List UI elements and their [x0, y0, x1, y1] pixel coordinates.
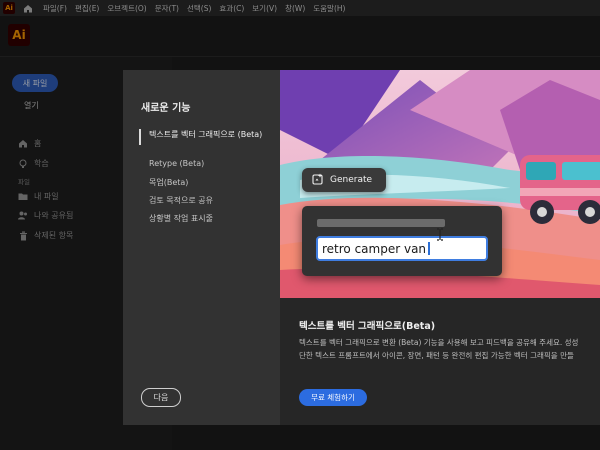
prompt-text: retro camper van	[322, 241, 427, 256]
whats-new-dialog: 새로운 기능 텍스트를 벡터 그래픽으로 (Beta) Retype (Beta…	[123, 70, 600, 425]
prompt-card: retro camper van	[302, 206, 502, 276]
text-caret	[428, 242, 430, 255]
prompt-input[interactable]: retro camper van	[316, 236, 488, 261]
free-trial-button[interactable]: 무료 체험하기	[299, 389, 367, 406]
sparkle-generate-icon	[312, 173, 324, 188]
text-cursor-icon	[436, 226, 444, 245]
feature-hero-image: Generate retro camper van	[280, 70, 600, 298]
feature-description-line: 단한 텍스트 프롬프트에서 아이콘, 장면, 패턴 등 완전히 편집 가능한 벡…	[299, 351, 574, 360]
feature-list-panel: 새로운 기능 텍스트를 벡터 그래픽으로 (Beta) Retype (Beta…	[123, 70, 280, 425]
prompt-placeholder-bar	[317, 219, 445, 227]
feature-item-contextual-taskbar[interactable]: 상황별 작업 표시줄	[149, 213, 269, 224]
active-feature-indicator	[139, 129, 141, 145]
feature-item-mockup[interactable]: 목업(Beta)	[149, 177, 269, 188]
feature-title: 텍스트를 벡터 그래픽으로(Beta)	[299, 321, 436, 332]
feature-item-text-to-vector[interactable]: 텍스트를 벡터 그래픽으로 (Beta)	[149, 129, 269, 140]
generate-button[interactable]: Generate	[302, 168, 386, 192]
feature-item-share-for-review[interactable]: 검토 목적으로 공유	[149, 195, 269, 206]
next-button[interactable]: 다음	[141, 388, 181, 407]
generate-label: Generate	[330, 175, 373, 185]
feature-description: 텍스트를 벡터 그래픽으로 변환 (Beta) 기능을 사용해 보고 피드백을 …	[299, 336, 600, 362]
feature-item-retype[interactable]: Retype (Beta)	[149, 158, 269, 169]
dialog-title: 새로운 기능	[141, 103, 191, 114]
feature-description-line: 텍스트를 벡터 그래픽으로 변환 (Beta) 기능을 사용해 보고 피드백을 …	[299, 338, 579, 347]
